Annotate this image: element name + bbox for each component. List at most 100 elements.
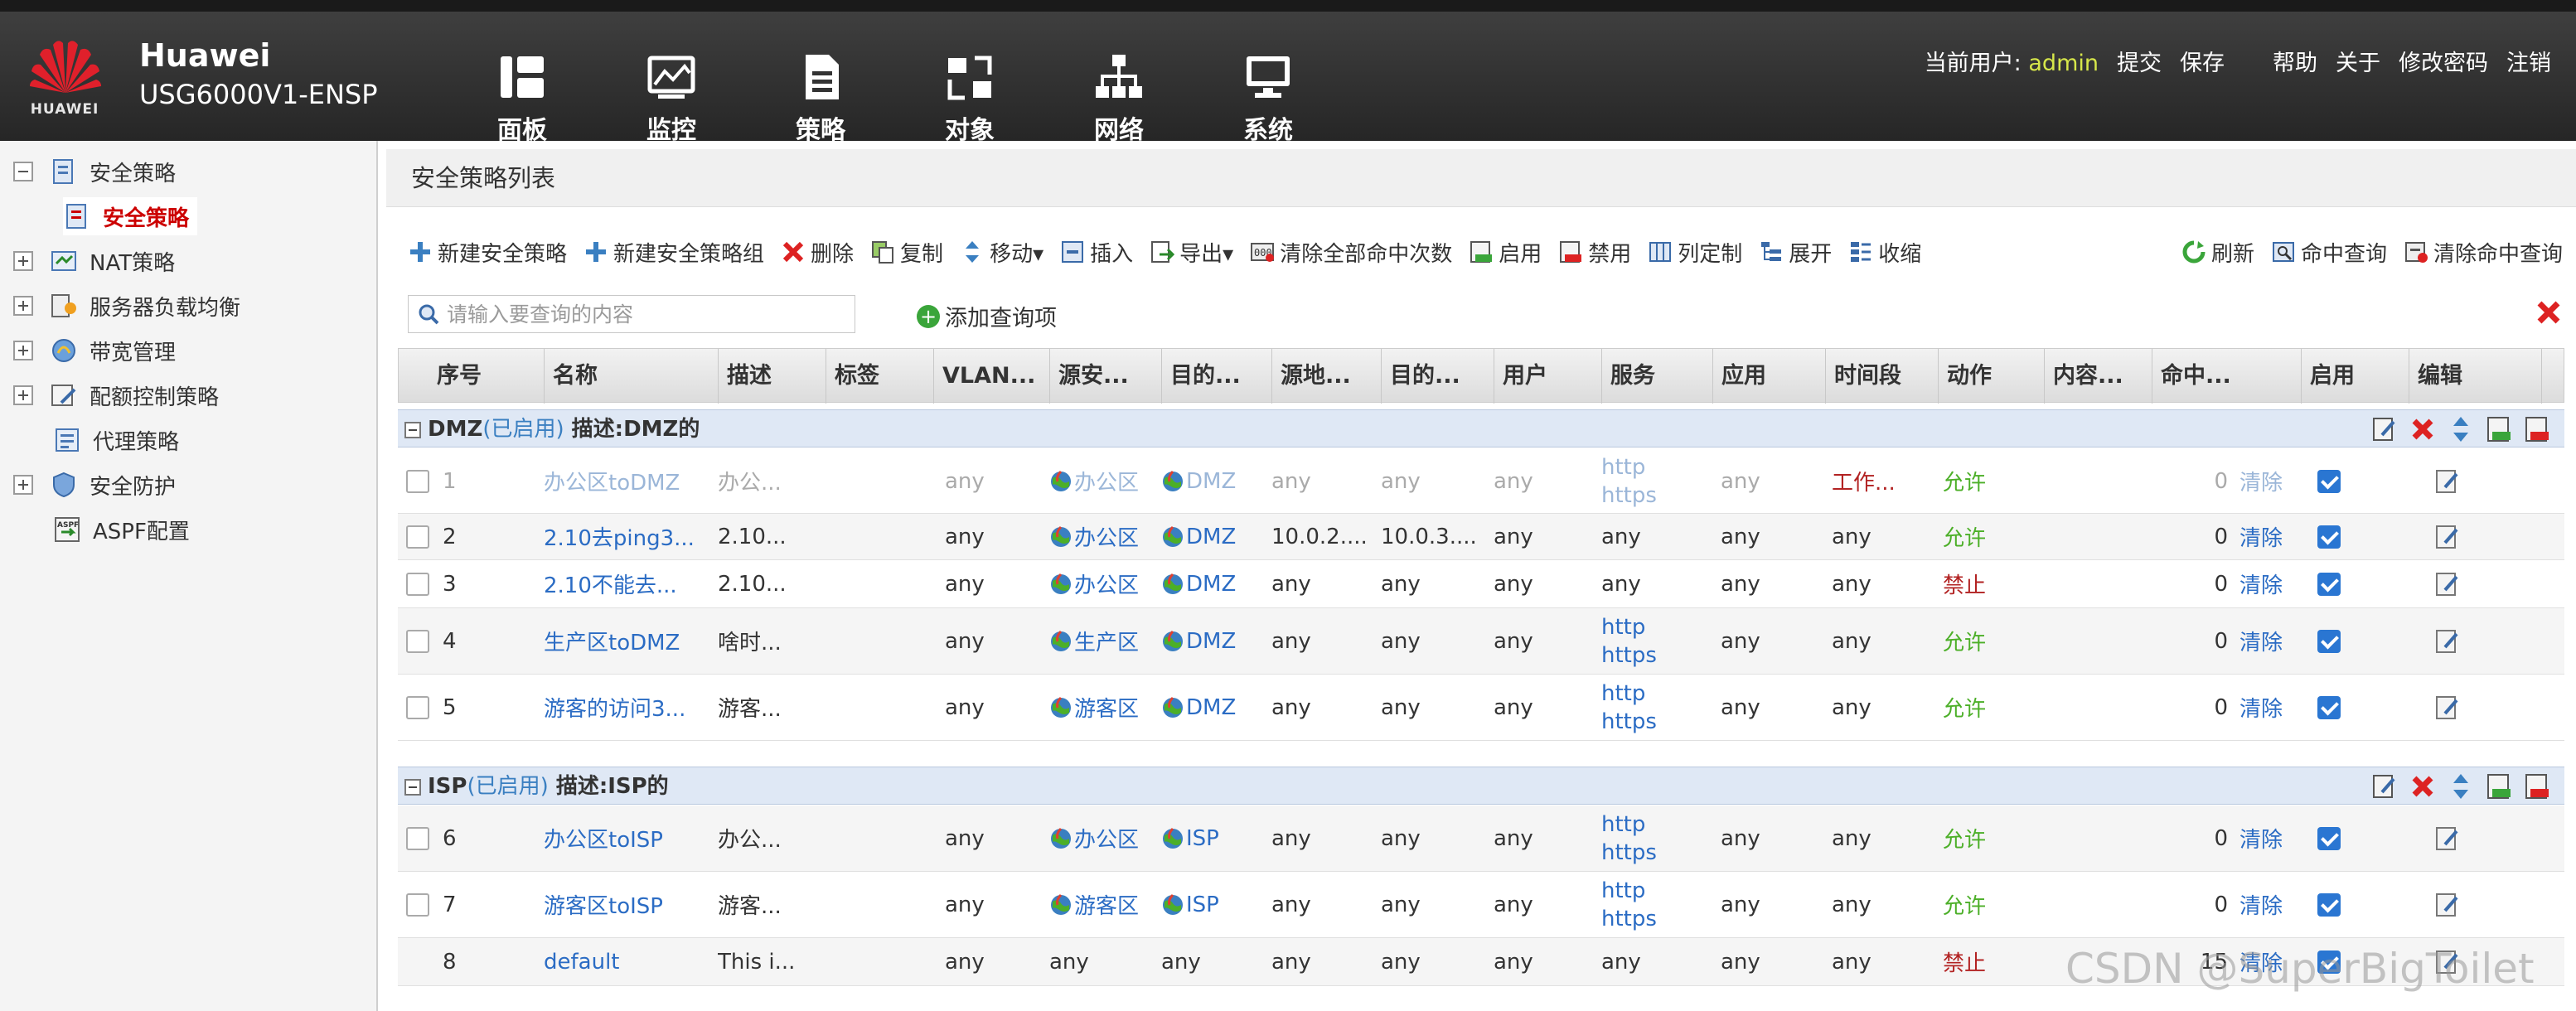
table-row[interactable]: 2 2.10去ping3... 2.10... any 办公区 DMZ 10.0.2....… [398,514,2564,560]
collapse-all-button[interactable]: 收缩 [1848,237,1921,268]
policy-name-link[interactable]: 生产区toDMZ [544,626,680,656]
column-header[interactable]: 时间段 [1826,349,1939,404]
delete-icon[interactable] [2409,415,2437,443]
enable-checkbox[interactable] [2317,572,2341,596]
expand-icon[interactable] [13,341,33,360]
policy-group-row[interactable]: ISP(已启用) 描述:ISP的 [398,767,2564,805]
expand-icon[interactable] [13,385,33,405]
enable-checkbox[interactable] [2317,525,2341,549]
expand-icon[interactable] [13,475,33,495]
sidebar-item-proxy-policy[interactable]: 代理策略 [53,421,179,459]
clear-hits-link[interactable]: 清除 [2239,521,2283,552]
clear-hits-link[interactable]: 清除 [2239,823,2283,854]
add-query-button[interactable]: + 添加查询项 [917,300,1057,332]
column-customize-button[interactable]: 列定制 [1648,237,1742,268]
delete-button[interactable]: 删除 [781,237,854,268]
policy-name-link[interactable]: default [544,950,619,975]
move-button[interactable]: 移动▾ [960,237,1043,268]
disable-icon[interactable] [2523,415,2551,443]
help-link[interactable]: 帮助 [2273,45,2317,77]
table-row[interactable]: 1 办公区toDMZ 办公... any 办公区 DMZ any any any http http… [398,449,2564,514]
disable-button[interactable]: 禁用 [1558,237,1631,268]
table-row[interactable]: 4 生产区toDMZ 啥时... any 生产区 DMZ any any any http http… [398,608,2564,675]
new-policy-button[interactable]: 新建安全策略 [408,237,567,268]
column-header[interactable]: 描述 [719,349,826,404]
insert-button[interactable]: 插入 [1060,237,1133,268]
edit-icon[interactable] [2370,415,2399,443]
service-value[interactable]: http [1601,680,1645,708]
service-value[interactable]: https [1601,708,1657,736]
refresh-button[interactable]: 刷新 [2181,237,2254,268]
column-header[interactable]: 名称 [545,349,719,404]
delete-icon[interactable] [2409,772,2437,801]
policy-name-link[interactable]: 游客区toISP [544,889,663,920]
edit-icon[interactable] [2433,891,2462,919]
row-select-checkbox[interactable] [406,525,429,549]
collapse-icon[interactable] [404,422,421,438]
expand-all-button[interactable]: 展开 [1759,237,1832,268]
hit-query-button[interactable]: 命中查询 [2271,237,2387,268]
sidebar-item-security-policy[interactable]: 安全策略 [63,197,198,235]
service-value[interactable]: http [1601,453,1645,481]
policy-name-link[interactable]: 游客的访问3... [544,692,685,723]
edit-icon[interactable] [2433,467,2462,496]
sidebar-item-quota-control[interactable]: 配额控制策略 [13,376,219,414]
row-select-checkbox[interactable] [406,572,429,596]
table-row[interactable]: 3 2.10不能去... 2.10... any 办公区 DMZ any any any any a… [398,560,2564,608]
column-header[interactable]: VLAN... [934,349,1050,404]
clear-all-hits-button[interactable]: 000 清除全部命中次数 [1250,237,1452,268]
move-icon[interactable] [2447,772,2475,801]
nav-system[interactable]: 系统 [1194,30,1343,146]
edit-icon[interactable] [2433,570,2462,598]
row-select-checkbox[interactable] [406,695,429,719]
clear-hits-link[interactable]: 清除 [2239,466,2283,496]
column-header[interactable]: 动作 [1939,349,2045,404]
column-header[interactable]: 源安... [1050,349,1162,404]
column-header[interactable]: 用户 [1494,349,1602,404]
clear-hit-query-button[interactable]: 清除命中查询 [2404,237,2563,268]
move-icon[interactable] [2447,415,2475,443]
edit-icon[interactable] [2433,523,2462,551]
column-header[interactable]: 命中... [2152,349,2302,404]
nav-object[interactable]: 对象 [895,30,1044,146]
policy-name-link[interactable]: 2.10去ping3... [544,521,695,552]
sidebar-item-nat-policy[interactable]: NAT策略 [13,242,175,280]
column-header[interactable]: 服务 [1602,349,1713,404]
column-header[interactable]: 应用 [1713,349,1826,404]
row-select-checkbox[interactable] [406,826,429,850]
column-header[interactable]: 编辑 [2409,349,2542,404]
clear-search-icon[interactable] [2535,298,2563,327]
search-input[interactable] [447,302,845,327]
policy-name-link[interactable]: 办公区toISP [544,823,663,854]
service-value[interactable]: http [1601,877,1645,905]
column-header[interactable]: 源地... [1272,349,1382,404]
enable-checkbox[interactable] [2317,826,2341,850]
about-link[interactable]: 关于 [2336,45,2380,77]
column-header[interactable]: 目的... [1162,349,1272,404]
service-value[interactable]: http [1601,810,1645,839]
nav-monitor[interactable]: 监控 [597,30,746,146]
nav-network[interactable]: 网络 [1044,30,1194,146]
table-row[interactable]: 7 游客区toISP 游客... any 游客区 ISP any any any http http… [398,872,2564,938]
save-link[interactable]: 保存 [2180,45,2225,77]
column-header[interactable]: 启用 [2302,349,2409,404]
clear-hits-link[interactable]: 清除 [2239,626,2283,656]
column-header[interactable]: 目的... [1382,349,1494,404]
service-value[interactable]: http [1601,613,1645,641]
enable-button[interactable]: 启用 [1469,237,1542,268]
logout-link[interactable]: 注销 [2506,45,2551,77]
policy-name-link[interactable]: 办公区toDMZ [544,466,680,496]
enable-checkbox[interactable] [2317,892,2341,917]
change-password-link[interactable]: 修改密码 [2399,45,2488,77]
clear-hits-link[interactable]: 清除 [2239,889,2283,920]
expand-icon[interactable] [13,296,33,316]
row-select-checkbox[interactable] [406,892,429,917]
policy-name-link[interactable]: 2.10不能去... [544,568,677,599]
row-select-checkbox[interactable] [406,469,429,493]
enable-checkbox[interactable] [2317,469,2341,493]
service-value[interactable]: https [1601,481,1657,510]
policy-group-row[interactable]: DMZ(已启用) 描述:DMZ的 [398,409,2564,447]
collapse-icon[interactable] [404,779,421,796]
table-row[interactable]: 5 游客的访问3... 游客... any 游客区 DMZ any any any http htt… [398,675,2564,741]
enable-checkbox[interactable] [2317,629,2341,653]
